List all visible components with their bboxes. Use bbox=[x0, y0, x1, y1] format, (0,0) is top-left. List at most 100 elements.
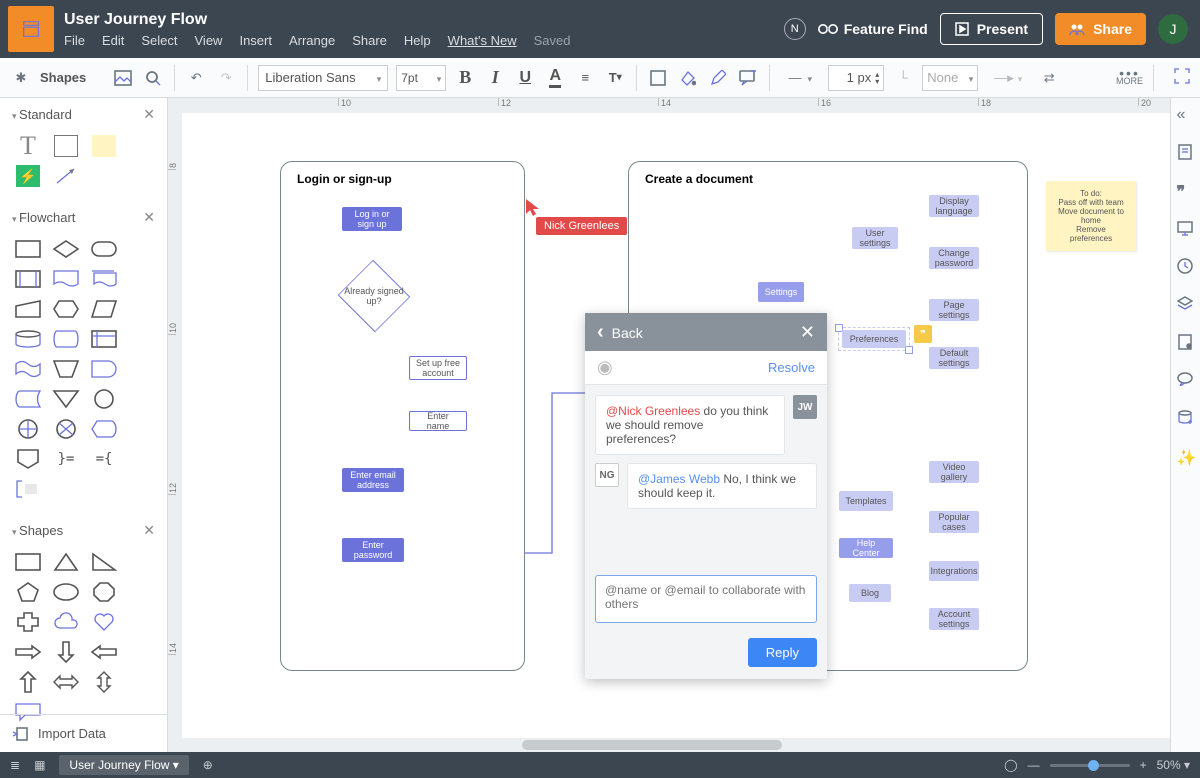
sh-cross[interactable] bbox=[14, 611, 42, 633]
menu-file[interactable]: File bbox=[64, 33, 85, 48]
menu-whats-new[interactable]: What's New bbox=[448, 33, 517, 48]
text-options-button[interactable]: T▾ bbox=[604, 65, 626, 91]
section-standard[interactable]: Standard ✕ bbox=[0, 98, 167, 131]
shape-tool-icon[interactable] bbox=[647, 67, 669, 89]
fc-predefined[interactable] bbox=[14, 268, 42, 290]
fc-paper-tape[interactable] bbox=[14, 358, 42, 380]
user-avatar[interactable]: J bbox=[1158, 14, 1188, 44]
history-icon[interactable] bbox=[1177, 258, 1195, 276]
fc-sum[interactable] bbox=[52, 418, 80, 440]
node-page-settings[interactable]: Page settings bbox=[929, 299, 979, 321]
line-style-select[interactable]: — bbox=[780, 67, 820, 89]
sh-arrow-left[interactable] bbox=[90, 641, 118, 663]
collaborator-badge[interactable]: N bbox=[784, 18, 806, 40]
fc-brace-left[interactable]: ={ bbox=[90, 448, 118, 470]
sticky-note[interactable]: To do: Pass off with team Move document … bbox=[1046, 181, 1136, 251]
fullscreen-icon[interactable] bbox=[1174, 68, 1190, 87]
swap-icon[interactable]: ⇄ bbox=[1038, 67, 1060, 89]
menu-view[interactable]: View bbox=[195, 33, 223, 48]
page-tab[interactable]: User Journey Flow ▾ bbox=[59, 755, 188, 775]
fc-delay[interactable] bbox=[90, 358, 118, 380]
menu-insert[interactable]: Insert bbox=[239, 33, 272, 48]
sh-ellipse[interactable] bbox=[52, 581, 80, 603]
node-settings[interactable]: Settings bbox=[758, 282, 804, 302]
font-select[interactable]: Liberation Sans bbox=[258, 65, 388, 91]
quote-icon[interactable]: ❞ bbox=[1177, 182, 1195, 200]
add-page-icon[interactable]: ⊕ bbox=[203, 758, 213, 772]
horizontal-scrollbar[interactable] bbox=[182, 738, 1170, 752]
fill-select[interactable]: None bbox=[922, 65, 978, 91]
zoom-out-button[interactable]: — bbox=[1028, 758, 1040, 772]
italic-button[interactable]: I bbox=[484, 65, 506, 91]
undo-icon[interactable]: ↶ bbox=[185, 67, 207, 89]
node-integrations[interactable]: Integrations bbox=[929, 561, 979, 581]
line-width-select[interactable]: 1 px ▴▾ bbox=[828, 65, 884, 91]
comment-input[interactable] bbox=[595, 575, 817, 623]
resolve-button[interactable]: Resolve bbox=[768, 360, 815, 375]
fc-annotation[interactable] bbox=[14, 478, 42, 500]
fc-manual-input[interactable] bbox=[14, 298, 42, 320]
node-setup[interactable]: Set up free account bbox=[409, 356, 467, 380]
node-blog[interactable]: Blog bbox=[849, 584, 891, 602]
sh-arrow-up[interactable] bbox=[14, 671, 42, 693]
comment-tool-icon[interactable] bbox=[737, 67, 759, 89]
node-default-settings[interactable]: Default settings bbox=[929, 347, 979, 369]
pin-icon[interactable]: ◉ bbox=[597, 357, 613, 378]
pencil-icon[interactable] bbox=[707, 67, 729, 89]
node-templates[interactable]: Templates bbox=[839, 491, 893, 511]
node-account[interactable]: Account settings bbox=[929, 608, 979, 630]
reply-button[interactable]: Reply bbox=[748, 638, 817, 667]
sh-cloud[interactable] bbox=[52, 611, 80, 633]
rectangle-shape[interactable] bbox=[52, 135, 80, 157]
sh-arrow-down[interactable] bbox=[52, 641, 80, 663]
presentation-icon[interactable] bbox=[1177, 220, 1195, 238]
comment-marker-icon[interactable]: ❞ bbox=[914, 325, 932, 343]
collapse-icon[interactable]: « bbox=[1177, 106, 1195, 124]
fc-data[interactable] bbox=[90, 298, 118, 320]
fc-manual-op[interactable] bbox=[52, 358, 80, 380]
present-button[interactable]: Present bbox=[940, 13, 1043, 45]
data-icon[interactable] bbox=[1177, 410, 1195, 428]
fc-document[interactable] bbox=[52, 268, 80, 290]
fc-process[interactable] bbox=[14, 238, 42, 260]
node-decision[interactable]: Already signed up? bbox=[339, 271, 409, 321]
fc-merge[interactable] bbox=[52, 388, 80, 410]
image-icon[interactable] bbox=[112, 67, 134, 89]
close-icon[interactable]: ✕ bbox=[800, 322, 815, 343]
bolt-shape[interactable]: ⚡ bbox=[14, 165, 42, 187]
import-data-button[interactable]: Import Data bbox=[0, 714, 167, 752]
redo-icon[interactable]: ↷ bbox=[215, 67, 237, 89]
sh-arrow-lr[interactable] bbox=[52, 671, 80, 693]
fc-database[interactable] bbox=[14, 328, 42, 350]
swimlane-login[interactable]: Login or sign-up bbox=[280, 161, 525, 671]
more-button[interactable]: •••MORE bbox=[1116, 70, 1143, 86]
sh-heart[interactable] bbox=[90, 611, 118, 633]
document-title[interactable]: User Journey Flow bbox=[64, 11, 571, 29]
node-name[interactable]: Enter name bbox=[409, 411, 467, 431]
fc-multidoc[interactable] bbox=[90, 268, 118, 290]
zoom-in-button[interactable]: + bbox=[1140, 758, 1147, 772]
sh-pentagon[interactable] bbox=[14, 581, 42, 603]
node-login[interactable]: Log in or sign up bbox=[342, 207, 402, 231]
node-video[interactable]: Video gallery bbox=[929, 461, 979, 483]
menu-share[interactable]: Share bbox=[352, 33, 387, 48]
paint-icon[interactable] bbox=[1177, 334, 1195, 352]
search-icon[interactable] bbox=[142, 67, 164, 89]
fc-display[interactable] bbox=[90, 418, 118, 440]
zoom-value[interactable]: 50% ▾ bbox=[1157, 758, 1190, 772]
back-button[interactable]: Back bbox=[597, 321, 643, 344]
sh-arrow-right[interactable] bbox=[14, 641, 42, 663]
section-shapes[interactable]: Shapes ✕ bbox=[0, 514, 167, 547]
sh-rect[interactable] bbox=[14, 551, 42, 573]
fc-connector[interactable] bbox=[90, 388, 118, 410]
app-logo[interactable] bbox=[8, 6, 54, 52]
node-popular[interactable]: Popular cases bbox=[929, 511, 979, 533]
fc-offpage[interactable] bbox=[14, 448, 42, 470]
node-preferences[interactable]: Preferences bbox=[842, 330, 906, 348]
sh-arrow-ud[interactable] bbox=[90, 671, 118, 693]
share-button[interactable]: Share bbox=[1055, 13, 1146, 45]
fc-or[interactable] bbox=[14, 418, 42, 440]
underline-button[interactable]: U bbox=[514, 65, 536, 91]
fc-brace-right[interactable]: }= bbox=[52, 448, 80, 470]
node-password[interactable]: Enter password bbox=[342, 538, 404, 562]
